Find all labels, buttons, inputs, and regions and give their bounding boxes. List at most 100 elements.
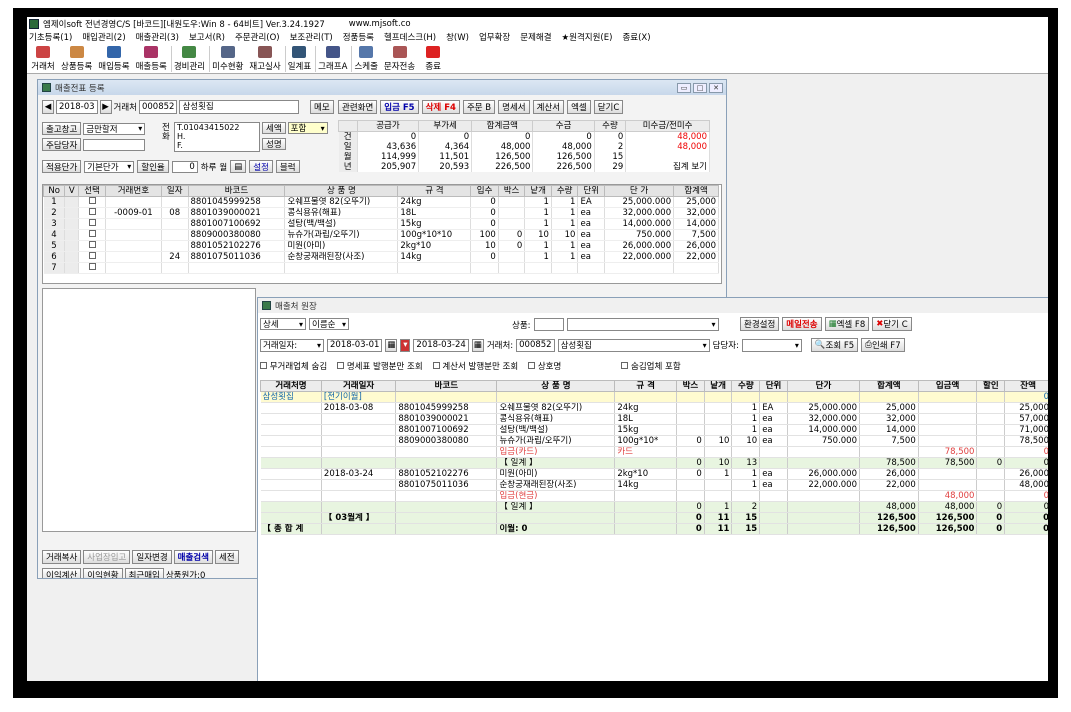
menu-item-7[interactable]: 헬프데스크(H) [384, 31, 436, 43]
bottom-button-2[interactable]: 일자변경 [132, 550, 172, 564]
bottom-button-3[interactable]: 매출검색 [173, 550, 213, 564]
menu-item-3[interactable]: 보고서(R) [189, 31, 225, 43]
ledger-header-cell[interactable]: 거래처명 [260, 380, 322, 392]
memo-button[interactable]: 메모 [310, 100, 334, 114]
round-option-day[interactable]: 하루 [201, 161, 217, 173]
calc-icon[interactable]: ▤ [230, 160, 247, 173]
ledger-header-cell[interactable]: 단위 [759, 380, 788, 392]
ledger-header-cell[interactable]: 규 격 [614, 380, 678, 392]
ledger-row[interactable]: 【 일계 】0101378,50078,50000 [260, 457, 1048, 469]
toolbar-button-6[interactable]: 재고실사 [247, 46, 282, 72]
toolbar-button-7[interactable]: 일계표 [284, 46, 313, 72]
warehouse-select[interactable]: 금만할저 [83, 122, 146, 135]
bottom-button-1[interactable]: 사업장입고 [83, 550, 131, 564]
menu-item-12[interactable]: 종료(X) [622, 31, 650, 43]
sales-button-3[interactable]: 주문 B [462, 100, 496, 114]
ledger-header-cell[interactable]: 합계액 [859, 380, 919, 392]
product-code-field[interactable] [533, 318, 564, 331]
menu-item-9[interactable]: 업무확장 [479, 31, 510, 43]
bottom-button-4[interactable]: 세전 [214, 550, 239, 564]
filter-2[interactable]: 계산서 발행분만 조회 [432, 360, 518, 372]
ledger-row[interactable]: 【 총 합 계이월: 001115126,500126,50000 [260, 523, 1048, 535]
menu-item-1[interactable]: 매입관리(2) [82, 31, 125, 43]
setting-button[interactable]: 설정 [249, 160, 273, 173]
table-row[interactable]: 3 8801007100692 설탕(백/백설) 15kg 0 1 1 ea 14,000.00… [43, 218, 719, 230]
ledger-header-cell[interactable]: 할인 [976, 380, 1006, 392]
grid-header-cell[interactable]: 수량 [550, 185, 579, 197]
date-arrow-icon[interactable]: ▾ [400, 338, 411, 352]
phone-box[interactable]: T.01043415022 H. F. [174, 122, 260, 152]
round-option-month[interactable]: 월 [219, 161, 227, 173]
minimize-button[interactable]: ▭ [677, 82, 691, 93]
env-button[interactable]: 환경설정 [740, 317, 780, 331]
price-select[interactable]: 기본단가 [84, 160, 135, 173]
ledger-header-cell[interactable]: 잔액 [1004, 380, 1048, 392]
ledger-header-cell[interactable]: 박스 [676, 380, 705, 392]
toolbar-button-11[interactable]: 종료 [419, 46, 447, 72]
table-row[interactable]: 1 8801045999258 오쉐프물엿 82(오뚜기) 24kg 0 1 1 EA 25,0… [43, 196, 719, 208]
bottom2-button-0[interactable]: 이익계산 [42, 568, 82, 578]
row-checkbox[interactable] [88, 219, 96, 226]
menu-item-0[interactable]: 기초등록(1) [29, 31, 72, 43]
menu-item-2[interactable]: 매출관리(3) [136, 31, 179, 43]
bottom-button-0[interactable]: 거래복사 [42, 550, 82, 564]
excel-button[interactable]: ▦ 엑셀 F8 [824, 317, 870, 331]
filter-checkbox[interactable] [621, 362, 629, 369]
row-checkbox[interactable] [88, 230, 96, 237]
grid-header-cell[interactable]: 단위 [577, 185, 606, 197]
toolbar-button-5[interactable]: 미수현황 [209, 46, 245, 72]
query-button[interactable]: 🔍 조회 F5 [810, 338, 859, 352]
summary-cell[interactable]: 집계 보기 [625, 162, 710, 172]
block-button[interactable]: 블럭 [275, 160, 300, 173]
row-checkbox[interactable] [88, 241, 96, 248]
grid-header-cell[interactable]: 선택 [78, 185, 106, 197]
ledger-row[interactable]: 8801075011036 순창궁재래된장(사조) 14kg 1 ea 22,000.00… [260, 479, 1048, 491]
row-checkbox[interactable] [88, 208, 96, 215]
sales-button-0[interactable]: 관련화면 [338, 100, 378, 114]
menu-item-11[interactable]: ★원격지원(E) [562, 31, 613, 43]
close-button[interactable]: ✕ [709, 82, 723, 93]
ledger-row[interactable]: 입금(카드)카드 78,500 0 [260, 446, 1048, 458]
date-to-field[interactable]: 2018-03-24 [413, 338, 469, 352]
date-from-field[interactable]: 2018-03-01 [327, 338, 383, 352]
menu-item-5[interactable]: 보조관리(T) [290, 31, 333, 43]
toolbar-button-3[interactable]: 매출등록 [134, 46, 169, 72]
table-row[interactable]: 4 8809000380080 뉴슈가(과립/오뚜기) 100g*10*10 100 0 1… [43, 229, 719, 241]
toolbar-button-0[interactable]: 거래처 [29, 46, 57, 72]
row-checkbox[interactable] [88, 263, 96, 270]
sort-select[interactable]: 이름순 [309, 318, 349, 330]
sales-button-4[interactable]: 명세서 [498, 100, 530, 114]
menu-item-10[interactable]: 문제해결 [520, 31, 551, 43]
table-row[interactable]: 2 -0009-01 08 8801039000021 콩식용유(해표) 18L 0 1 1 ea… [43, 207, 719, 219]
toolbar-button-2[interactable]: 매입등록 [96, 46, 131, 72]
grid-header-cell[interactable]: 상 품 명 [284, 185, 399, 197]
ledger-header-cell[interactable]: 수량 [731, 380, 761, 392]
grid-header-cell[interactable]: 박스 [497, 185, 526, 197]
filter-checkbox[interactable] [260, 362, 267, 369]
grid-header-cell[interactable]: 거래번호 [104, 185, 162, 197]
ledger-header-cell[interactable]: 상 품 명 [496, 380, 616, 392]
ledger-header-cell[interactable]: 거래일자 [320, 380, 397, 392]
grid-header-cell[interactable]: V [64, 185, 80, 197]
grid-header-cell[interactable]: 입수 [470, 185, 499, 197]
grid-header-cell[interactable]: 단 가 [604, 185, 675, 197]
prev-month-button[interactable]: ◀ [42, 100, 54, 114]
name-button[interactable]: 성명 [262, 138, 286, 150]
ledger-client-select[interactable]: 삼성횟집 [557, 338, 710, 352]
grid-header-cell[interactable]: 바코드 [187, 185, 286, 197]
ledger-row[interactable]: 2018-03-24 8801052102276 미원(아미) 2kg*10 0 1 1 ea… [260, 468, 1048, 480]
mail-send-button[interactable]: 메일전송 [782, 317, 822, 331]
sales-button-7[interactable]: 닫기C [593, 100, 624, 114]
ledger-row[interactable]: 입금(현금) 48,000 0 [260, 490, 1048, 502]
sales-button-5[interactable]: 계산서 [532, 100, 565, 114]
ledger-client-code[interactable]: 000852 [516, 338, 555, 352]
calendar-icon[interactable]: ▦ [385, 338, 398, 352]
filter-checkbox[interactable] [528, 362, 536, 369]
menu-item-4[interactable]: 주문관리(O) [235, 31, 280, 43]
filter-4[interactable]: 숨김업체 포함 [621, 360, 681, 372]
toolbar-button-1[interactable]: 상품등록 [59, 46, 94, 72]
filter-3[interactable]: 상호명 [528, 360, 561, 372]
bottom2-button-1[interactable]: 이익현황 [83, 568, 123, 578]
sales-button-6[interactable]: 엑셀 [567, 100, 591, 114]
ledger-manager-select[interactable] [741, 338, 802, 352]
